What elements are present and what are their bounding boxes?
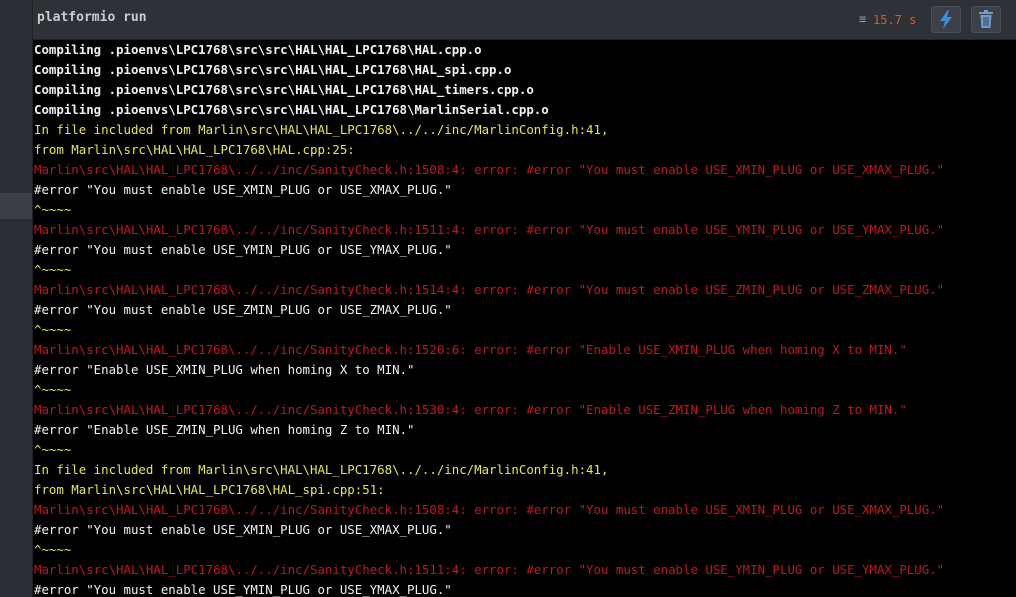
terminal-line: ^~~~~	[34, 202, 72, 217]
elapsed-time: 15.7 s	[873, 13, 917, 27]
terminal-line: #error "You must enable USE_YMIN_PLUG or…	[34, 582, 452, 597]
terminal-output[interactable]: Compiling .pioenvs\LPC1768\src\src\HAL\H…	[33, 40, 1016, 597]
terminal-line: #error "You must enable USE_XMIN_PLUG or…	[34, 522, 452, 537]
terminal-line: #error "You must enable USE_XMIN_PLUG or…	[34, 182, 452, 197]
lightning-icon	[940, 10, 952, 29]
terminal-line: Compiling .pioenvs\LPC1768\src\src\HAL\H…	[34, 42, 482, 57]
terminal-line: #error "Enable USE_ZMIN_PLUG when homing…	[34, 422, 415, 437]
terminal-header: platformio run ≡ 15.7 s	[33, 0, 1016, 40]
terminal-line: Marlin\src\HAL\HAL_LPC1768\../../inc/San…	[34, 222, 945, 237]
terminal-line: In file included from Marlin\src\HAL\HAL…	[34, 122, 609, 137]
terminal-line: ^~~~~	[34, 262, 72, 277]
terminal-line: Compiling .pioenvs\LPC1768\src\src\HAL\H…	[34, 102, 549, 117]
terminal-line: Marlin\src\HAL\HAL_LPC1768\../../inc/San…	[34, 282, 945, 297]
gutter-active-marker	[0, 193, 32, 219]
terminal-line: ^~~~~	[34, 442, 72, 457]
terminal-line: Marlin\src\HAL\HAL_LPC1768\../../inc/San…	[34, 502, 945, 517]
terminal-line: Marlin\src\HAL\HAL_LPC1768\../../inc/San…	[34, 562, 945, 577]
terminal-line: from Marlin\src\HAL\HAL_LPC1768\HAL.cpp:…	[34, 142, 355, 157]
list-icon[interactable]: ≡	[859, 12, 866, 26]
left-gutter	[0, 0, 33, 597]
terminal-line: from Marlin\src\HAL\HAL_LPC1768\HAL_spi.…	[34, 482, 385, 497]
terminal-line: Marlin\src\HAL\HAL_LPC1768\../../inc/San…	[34, 162, 945, 177]
terminal-line: ^~~~~	[34, 322, 72, 337]
terminal-line: ^~~~~	[34, 382, 72, 397]
terminal-line: #error "You must enable USE_ZMIN_PLUG or…	[34, 302, 452, 317]
terminal-line: Compiling .pioenvs\LPC1768\src\src\HAL\H…	[34, 82, 534, 97]
terminal-title: platformio run	[37, 10, 147, 25]
terminal-line: In file included from Marlin\src\HAL\HAL…	[34, 462, 609, 477]
terminal-line: Marlin\src\HAL\HAL_LPC1768\../../inc/San…	[34, 402, 907, 417]
clear-button[interactable]	[971, 6, 1001, 33]
terminal-line: Compiling .pioenvs\LPC1768\src\src\HAL\H…	[34, 62, 512, 77]
terminal-line: #error "You must enable USE_YMIN_PLUG or…	[34, 242, 452, 257]
trash-icon	[979, 10, 993, 28]
terminal-line: Marlin\src\HAL\HAL_LPC1768\../../inc/San…	[34, 342, 907, 357]
terminal-line: #error "Enable USE_XMIN_PLUG when homing…	[34, 362, 415, 377]
terminal-line: ^~~~~	[34, 542, 72, 557]
run-button[interactable]	[931, 6, 961, 33]
